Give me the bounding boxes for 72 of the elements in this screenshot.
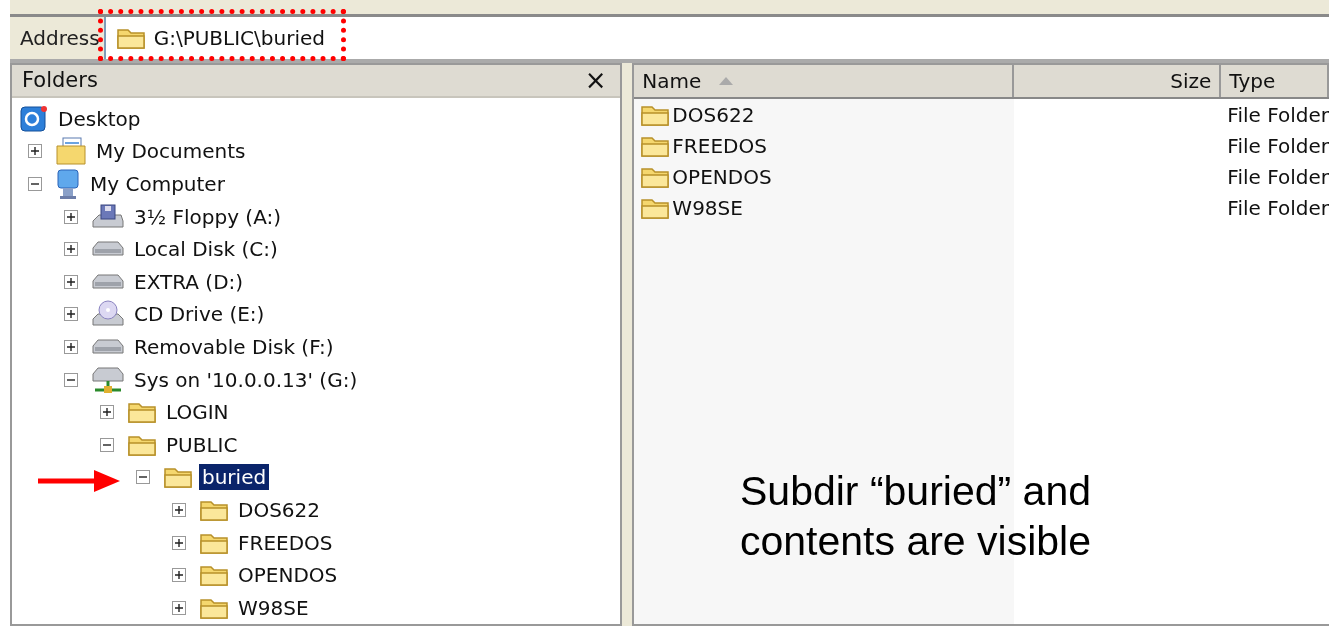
expand-toggle[interactable] (28, 144, 42, 159)
tree-item-label[interactable]: My Documents (93, 138, 249, 165)
tree-item-label[interactable]: FREEDOS (235, 529, 336, 556)
close-button[interactable]: × (582, 67, 609, 94)
expand-toggle[interactable] (172, 535, 186, 550)
tree-item-label[interactable]: 3½ Floppy (A:) (131, 203, 285, 230)
column-header[interactable]: Type (1221, 65, 1329, 97)
column-header[interactable]: Name (634, 65, 1015, 97)
file-type: File Folder (1226, 195, 1329, 220)
tree-item[interactable]: FREEDOS (12, 526, 621, 559)
expand-toggle[interactable] (64, 242, 78, 257)
file-name[interactable]: DOS622 (634, 102, 1015, 127)
tree-item-label[interactable]: Sys on '10.0.0.13' (G:) (131, 366, 361, 393)
file-name[interactable]: FREEDOS (634, 133, 1015, 158)
caption: Subdir “buried” and contents are visible (740, 467, 1092, 566)
tree-item-label[interactable]: Removable Disk (F:) (131, 333, 337, 360)
tree-item[interactable]: Removable Disk (F:) (12, 330, 621, 364)
expand-toggle[interactable] (64, 274, 78, 289)
desktop-icon (19, 103, 49, 134)
expand-toggle[interactable] (64, 339, 78, 354)
column-header[interactable]: Size (1014, 65, 1222, 97)
expand-toggle[interactable] (172, 600, 186, 615)
folder-icon (199, 563, 229, 588)
tree-item[interactable]: W98SE (12, 591, 621, 624)
sort-arrow-icon (719, 77, 734, 85)
tree-item[interactable]: My Computer (12, 167, 621, 201)
tree-item[interactable]: My Documents (12, 135, 621, 168)
tree-item[interactable]: DOS622 (12, 493, 621, 527)
folder-icon (115, 26, 146, 50)
tree-item[interactable]: PUBLIC (12, 428, 621, 462)
tree-item-label[interactable]: CD Drive (E:) (131, 301, 268, 328)
pane-title: Folders (22, 68, 98, 93)
expand-toggle[interactable] (64, 209, 78, 224)
tree-item-label[interactable]: PUBLIC (163, 431, 241, 458)
tree-item[interactable]: OPENDOS (12, 558, 621, 592)
file-name[interactable]: W98SE (634, 195, 1015, 220)
expand-toggle[interactable] (172, 502, 186, 517)
tree-item-label[interactable]: Desktop (55, 105, 144, 132)
tree-item-label[interactable]: My Computer (87, 171, 228, 197)
file-type: File Folder (1226, 133, 1329, 158)
tree-item[interactable]: 3½ Floppy (A:) (12, 200, 621, 233)
collapse-toggle[interactable] (100, 437, 114, 452)
tree-item[interactable]: CD Drive (E:) (12, 298, 621, 331)
tree-item-label[interactable]: Local Disk (C:) (131, 236, 281, 263)
collapse-toggle[interactable] (64, 372, 78, 387)
file-type: File Folder (1226, 164, 1329, 189)
address-label: Address (19, 26, 101, 50)
expand-toggle[interactable] (172, 568, 186, 583)
tree-item[interactable]: buried (12, 461, 621, 494)
tree-item[interactable]: Sys on '10.0.0.13' (G:) (12, 363, 621, 396)
expand-toggle[interactable] (64, 307, 78, 322)
folder-icon (127, 400, 157, 425)
computer-icon (55, 168, 81, 200)
tree-item[interactable]: LOGIN (12, 395, 621, 429)
file-name[interactable]: OPENDOS (634, 164, 1015, 189)
tree-item-label[interactable]: OPENDOS (235, 562, 341, 589)
tree-item-label[interactable]: LOGIN (163, 399, 232, 426)
tree-item-label[interactable]: W98SE (235, 594, 312, 621)
tree-item[interactable]: Desktop (12, 102, 621, 136)
folder-icon (163, 465, 193, 490)
tree-item-label[interactable]: EXTRA (D:) (131, 268, 247, 295)
address-field[interactable]: G:\PUBLIC\buried (103, 17, 1329, 59)
collapse-toggle[interactable] (28, 177, 42, 191)
expand-toggle[interactable] (100, 405, 114, 420)
floppy-drive-icon (91, 202, 125, 231)
documents-icon (55, 136, 87, 167)
tree-item[interactable]: Local Disk (C:) (12, 232, 621, 266)
tree-item-label[interactable]: buried (199, 464, 270, 491)
collapse-toggle[interactable] (136, 470, 150, 485)
tree-item[interactable]: EXTRA (D:) (12, 265, 621, 299)
tree-item-label[interactable]: DOS622 (235, 496, 323, 523)
file-type: File Folder (1226, 102, 1329, 127)
